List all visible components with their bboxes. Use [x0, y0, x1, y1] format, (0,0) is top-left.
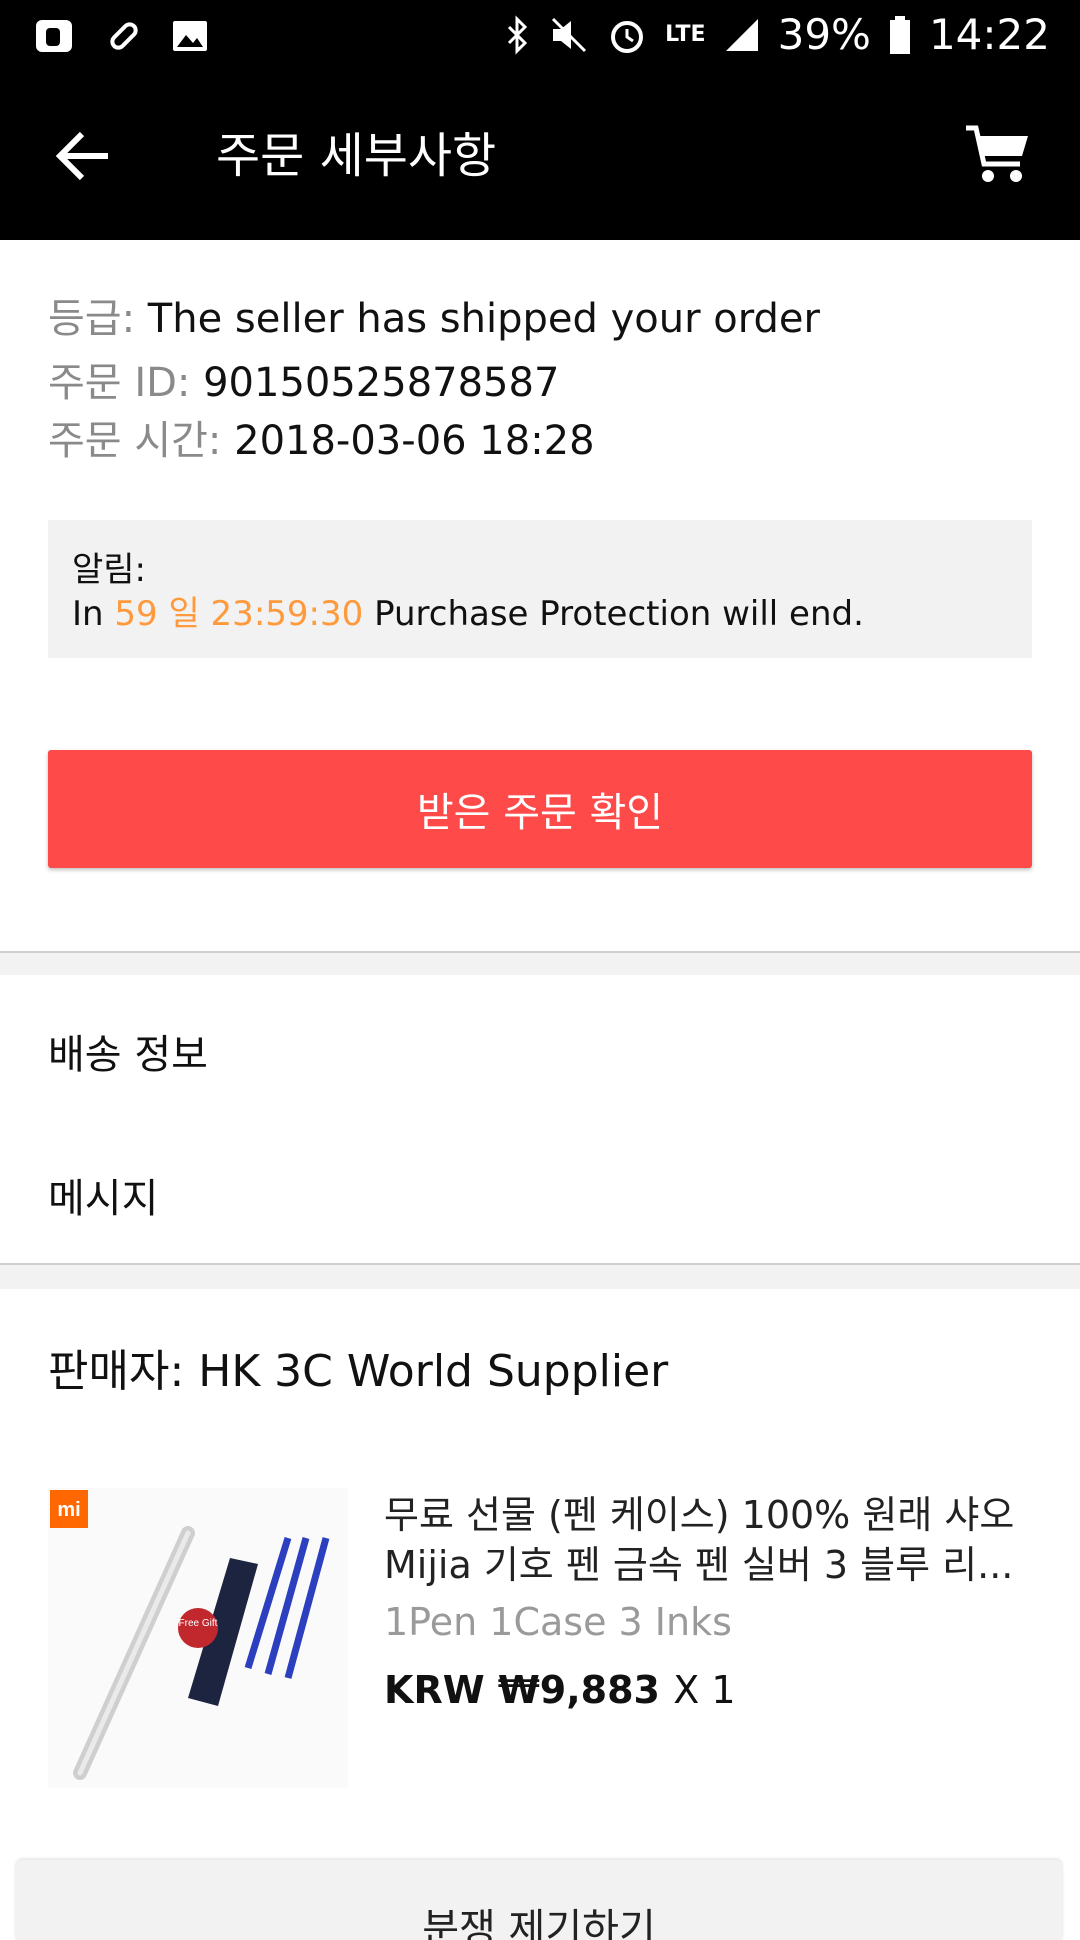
notification-icons: [34, 14, 210, 58]
clock: 14:22: [928, 10, 1050, 59]
seller-name[interactable]: 판매자: HK 3C World Supplier: [48, 1335, 668, 1399]
product-variant: 1Pen 1Case 3 Inks: [384, 1600, 732, 1644]
notice-text: In 59 일 23:59:30 Purchase Protection wil…: [72, 592, 1008, 636]
signal-icon: [725, 18, 758, 51]
section-divider: [0, 951, 1080, 975]
system-status: LTE 39% 14:22: [505, 10, 1050, 59]
shopping-cart-icon[interactable]: [964, 120, 1032, 188]
notice-prefix: In: [72, 594, 104, 634]
protection-countdown: 59 일 23:59:30: [114, 594, 364, 634]
alarm-icon: [611, 20, 644, 53]
order-info: 등급: The seller has shipped your order 주문…: [48, 290, 820, 470]
battery-icon: [889, 15, 910, 54]
mute-icon: [552, 17, 587, 52]
product-thumbnail[interactable]: mi Free Gift: [48, 1488, 348, 1788]
product-quantity: X 1: [673, 1668, 736, 1712]
product-title[interactable]: 무료 선물 (펜 케이스) 100% 원래 샤오 Mijia 기호 펜 금속 펜…: [384, 1490, 1034, 1590]
pill-icon: [110, 22, 138, 50]
shipping-info-row[interactable]: 배송 정보: [48, 1022, 208, 1080]
order-time-label: 주문 시간:: [48, 418, 222, 464]
brand-logo: mi: [57, 1499, 80, 1521]
order-status-value: The seller has shipped your order: [147, 296, 820, 342]
section-divider: [0, 1263, 1080, 1289]
notice-label: 알림:: [72, 550, 147, 590]
product-title-line2: Mijia 기호 펜 금속 펜 실버 3 블루 리...: [384, 1543, 1014, 1587]
app-notification-icon: [36, 20, 72, 52]
image-icon: [173, 21, 207, 51]
order-id-value: 90150525878587: [203, 360, 560, 406]
order-id-label: 주문 ID:: [48, 360, 191, 406]
app-bar: 주문 세부사항: [0, 72, 1080, 240]
order-id-row: 주문 ID: 90150525878587: [48, 354, 820, 412]
protection-notice: 알림: In 59 일 23:59:30 Purchase Protection…: [48, 520, 1032, 658]
open-dispute-button[interactable]: 분쟁 제기하기: [16, 1860, 1062, 1940]
network-type: LTE: [665, 22, 706, 47]
product-price: KRW ₩9,883: [384, 1668, 660, 1712]
battery-percent: 39%: [777, 10, 871, 59]
status-bar: LTE 39% 14:22: [0, 0, 1080, 72]
page-title: 주문 세부사항: [216, 128, 497, 184]
message-row[interactable]: 메시지: [48, 1166, 158, 1224]
product-title-line1: 무료 선물 (펜 케이스) 100% 원래 샤오: [384, 1493, 1015, 1537]
notice-suffix: Purchase Protection will end.: [374, 594, 864, 634]
bluetooth-icon: [508, 14, 528, 55]
order-time-value: 2018-03-06 18:28: [234, 418, 595, 464]
product-price-row: KRW ₩9,883 X 1: [384, 1668, 736, 1712]
back-arrow-icon[interactable]: [52, 124, 116, 188]
order-time-row: 주문 시간: 2018-03-06 18:28: [48, 412, 820, 470]
confirm-receipt-button[interactable]: 받은 주문 확인: [48, 750, 1032, 868]
order-status-row: 등급: The seller has shipped your order: [48, 290, 820, 348]
gift-badge: Free Gift: [179, 1618, 218, 1629]
order-status-label: 등급:: [48, 296, 136, 342]
